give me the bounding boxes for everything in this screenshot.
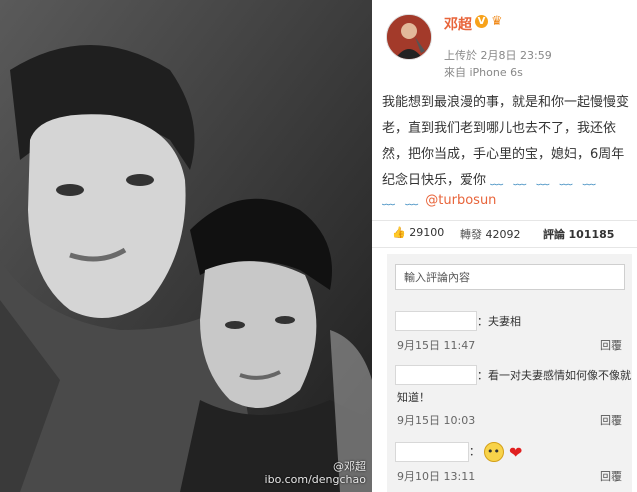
comment-input[interactable]: 輸入評論內容 xyxy=(395,264,625,290)
mention-line: ﹏ ﹏ @turbosun xyxy=(382,189,496,208)
reply-button[interactable]: 回覆 xyxy=(600,337,622,353)
comment-time: 9月10日 13:11 xyxy=(397,470,476,483)
comment-text: ：夫妻相 xyxy=(477,315,521,328)
comment-text: ：看一对夫妻感情如何像不像就 xyxy=(477,369,631,382)
mention-link[interactable]: @turbosun xyxy=(425,193,496,208)
avatar-image xyxy=(387,15,431,59)
heart-icon: ❤ xyxy=(509,442,523,462)
comments-section: 輸入評論內容 ：夫妻相 9月15日 11:47 回覆 ：看一对夫妻感情如何像不像… xyxy=(387,254,632,492)
action-bar: 👍 29100 轉發 42092 評論 101185 xyxy=(372,220,637,248)
comment-author-redacted[interactable] xyxy=(395,442,469,462)
watermark-url: ibo.com/dengchao xyxy=(264,473,366,486)
wavy-emoticons-prefix: ﹏ ﹏ xyxy=(382,193,422,208)
comment-author-redacted[interactable] xyxy=(395,365,477,385)
like-count: 29100 xyxy=(409,226,445,239)
comment-count: 101185 xyxy=(568,228,615,241)
post-source: 來自 iPhone 6s xyxy=(444,66,523,79)
repost-count: 42092 xyxy=(485,228,521,241)
comment-text-continued: 知道！ xyxy=(397,391,430,404)
comment-time: 9月15日 10:03 xyxy=(397,414,476,427)
post-panel: 邓超 V ♛ 上传於 2月8日 23:59 來自 iPhone 6s 我能想到最… xyxy=(372,0,637,492)
repost-label: 轉發 xyxy=(460,228,482,241)
comment-text: ： •• ❤ xyxy=(469,442,522,462)
verified-icon: V xyxy=(475,15,488,28)
comment-author-redacted[interactable] xyxy=(395,311,477,331)
like-button[interactable]: 👍 29100 xyxy=(392,226,444,239)
username[interactable]: 邓超 xyxy=(444,14,472,34)
photo-illustration xyxy=(0,0,372,492)
comment-colon: ： xyxy=(469,445,480,458)
post-time: 上传於 2月8日 23:59 xyxy=(444,49,552,62)
avatar[interactable] xyxy=(386,14,432,60)
post-header: 邓超 V ♛ 上传於 2月8日 23:59 來自 iPhone 6s xyxy=(372,0,637,80)
pleading-face-icon: •• xyxy=(483,442,504,462)
post-content: 我能想到最浪漫的事，就是和你一起慢慢变老，直到我们老到哪儿也去不了，我还依然，把… xyxy=(382,90,634,194)
reply-button[interactable]: 回覆 xyxy=(600,468,622,484)
comment-label: 評論 xyxy=(543,228,565,241)
thumbs-up-icon: 👍 xyxy=(392,226,406,239)
comment-time: 9月15日 11:47 xyxy=(397,339,476,352)
vip-crown-icon: ♛ xyxy=(491,14,503,29)
watermark-handle: @邓超 xyxy=(333,460,366,473)
wavy-emoticons: ﹏ ﹏ ﹏ ﹏ ﹏ xyxy=(490,173,599,188)
repost-button[interactable]: 轉發 42092 xyxy=(460,226,521,242)
post-photo[interactable]: @邓超 ibo.com/dengchao xyxy=(0,0,372,492)
reply-button[interactable]: 回覆 xyxy=(600,412,622,428)
photo-watermark: @邓超 ibo.com/dengchao xyxy=(265,460,366,486)
comment-button[interactable]: 評論 101185 xyxy=(543,226,614,242)
